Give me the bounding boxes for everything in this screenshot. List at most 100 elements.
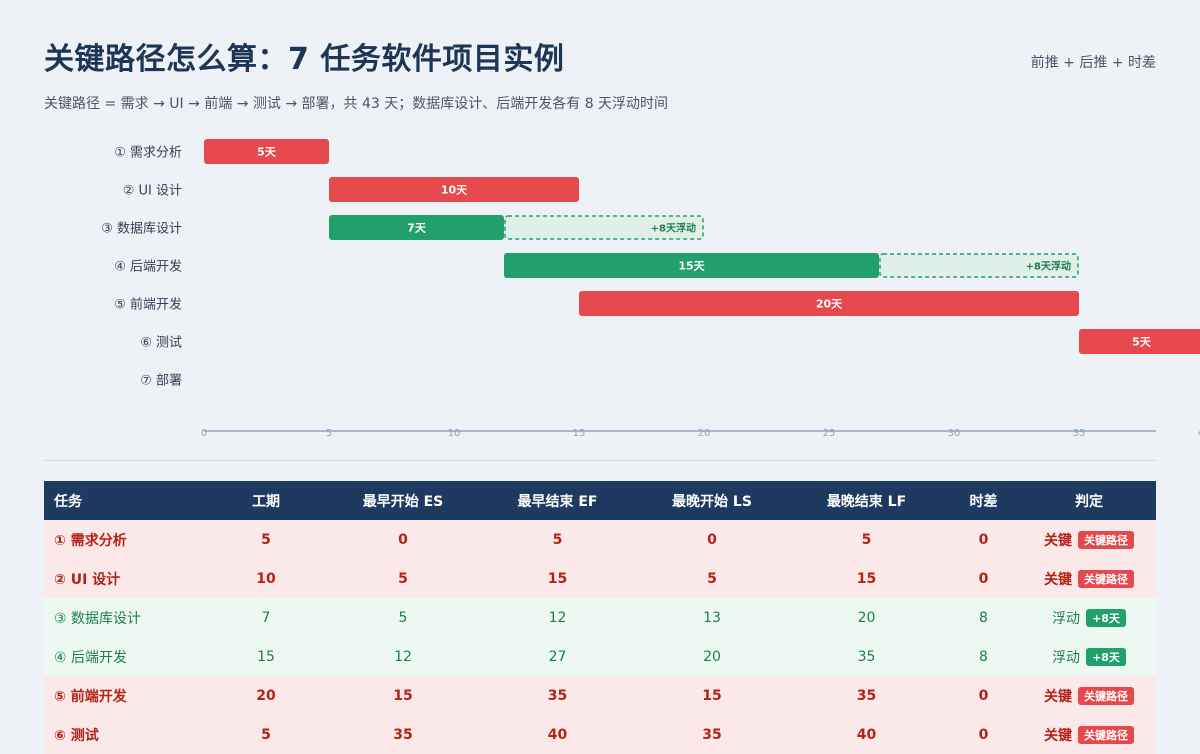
cell-float: 0 (978, 570, 989, 587)
cell-float: 0 (978, 726, 989, 743)
x-tick-label: 10 (448, 428, 461, 439)
float-label: +8天浮动 (1026, 260, 1071, 273)
x-tick-label: 30 (948, 428, 961, 439)
cell-es: 0 (398, 531, 408, 548)
cell-es: 12 (394, 648, 412, 665)
cell-lf: 35 (856, 687, 877, 704)
cell-float: 0 (978, 531, 989, 548)
table-row: ③ 数据库设计 7 5 12 13 20 8 浮动 +8天 (44, 598, 1156, 637)
cell-duration: 5 (261, 726, 271, 743)
col-header-float: 时差 (945, 481, 1022, 520)
cell-lf: 15 (856, 570, 877, 587)
cell-task: ④ 后端开发 (54, 649, 128, 666)
cell-es: 5 (398, 570, 408, 587)
col-header-es: 最早开始 ES (327, 481, 479, 520)
critical-path-badge: 关键路径 (1078, 725, 1134, 744)
task-label: ② UI 设计 (123, 184, 182, 199)
gantt-chart: ① 需求分析 5天 ② UI 设计 10天 ③ 数据库设计 +8天浮动 7天 ④ 后端开发 +8… (101, 139, 1200, 439)
cell-ef: 5 (552, 531, 563, 548)
cell-ef: 12 (548, 609, 567, 626)
task-label: ③ 数据库设计 (101, 221, 182, 237)
page-title: 关键路径怎么算：7 任务软件项目实例 (44, 42, 565, 77)
float-label: +8天浮动 (651, 222, 696, 235)
cell-duration: 15 (257, 648, 275, 665)
cell-float: 8 (979, 609, 988, 626)
task-label: ⑤ 前端开发 (114, 297, 182, 313)
cell-ls: 20 (703, 648, 721, 665)
bar-label: 5天 (257, 146, 277, 159)
cell-verdict: 关键 关键路径 (1022, 676, 1156, 715)
col-header-verdict: 判定 (1022, 481, 1156, 520)
cell-lf: 5 (861, 531, 872, 548)
col-header-task: 任务 (44, 481, 205, 520)
task-label: ⑥ 测试 (140, 336, 182, 351)
cell-float: 0 (978, 687, 989, 704)
cell-duration: 7 (261, 609, 271, 626)
table-row: ② UI 设计 10 5 15 5 15 0 关键 关键路径 (44, 559, 1156, 598)
cell-ef: 27 (548, 648, 567, 665)
cell-es: 5 (398, 609, 408, 626)
cell-duration: 20 (256, 687, 276, 704)
cell-task: ① 需求分析 (54, 532, 127, 549)
cell-es: 35 (393, 726, 413, 743)
summary-text: 关键路径 = 需求 → UI → 前端 → 测试 → 部署，共 43 天；数据库… (44, 96, 669, 112)
verdict-text: 关键 (1044, 727, 1072, 744)
cell-lf: 35 (857, 648, 876, 665)
cell-ls: 35 (702, 726, 722, 743)
verdict-text: 浮动 (1052, 610, 1081, 627)
cell-task: ⑥ 测试 (54, 727, 99, 744)
task-label: ⑦ 部署 (140, 374, 182, 389)
cell-lf: 20 (857, 609, 876, 626)
x-tick-label: 35 (1073, 428, 1086, 439)
bar-label: 15天 (678, 260, 705, 273)
cell-es: 15 (393, 687, 413, 704)
x-tick-label: 0 (201, 428, 207, 439)
cell-float: 8 (979, 648, 988, 665)
cell-ls: 15 (702, 687, 722, 704)
cell-verdict: 关键 关键路径 (1022, 559, 1156, 598)
col-header-ls: 最晚开始 LS (636, 481, 788, 520)
col-header-duration: 工期 (205, 481, 327, 520)
table-header-row: 任务 工期 最早开始 ES 最早结束 EF 最晚开始 LS 最晚结束 LF 时差… (44, 481, 1156, 520)
col-header-lf: 最晚结束 LF (788, 481, 945, 520)
x-tick-label: 20 (698, 428, 711, 439)
cell-ls: 13 (703, 609, 721, 626)
cell-ef: 35 (547, 687, 568, 704)
table-row: ⑤ 前端开发 20 15 35 15 35 0 关键 关键路径 (44, 676, 1156, 715)
cell-ef: 40 (547, 726, 568, 743)
x-tick-label: 15 (573, 428, 586, 439)
verdict-text: 关键 (1044, 688, 1072, 705)
schedule-table: 任务 工期 最早开始 ES 最早结束 EF 最晚开始 LS 最晚结束 LF 时差… (44, 481, 1156, 754)
x-tick-label: 25 (823, 428, 836, 439)
bar-label: 7天 (407, 222, 427, 235)
cell-ls: 0 (707, 531, 717, 548)
cell-task: ③ 数据库设计 (54, 610, 142, 627)
cell-ef: 15 (547, 570, 568, 587)
cell-verdict: 浮动 +8天 (1022, 637, 1156, 676)
cell-duration: 10 (256, 570, 276, 587)
critical-path-badge: 关键路径 (1078, 686, 1134, 705)
float-badge: +8天 (1086, 608, 1126, 627)
verdict-text: 关键 (1044, 532, 1072, 549)
critical-path-badge: 关键路径 (1078, 569, 1134, 588)
cell-verdict: 浮动 +8天 (1022, 598, 1156, 637)
verdict-text: 浮动 (1052, 649, 1081, 666)
cell-ls: 5 (707, 570, 717, 587)
cell-verdict: 关键 关键路径 (1022, 520, 1156, 559)
table-row: ⑥ 测试 5 35 40 35 40 0 关键 关键路径 (44, 715, 1156, 754)
section-divider (44, 460, 1156, 461)
bar-label: 5天 (1132, 336, 1152, 349)
bar-label: 10天 (441, 184, 468, 197)
task-label: ① 需求分析 (114, 146, 182, 161)
cell-duration: 5 (261, 531, 271, 548)
critical-path-badge: 关键路径 (1078, 530, 1134, 549)
col-header-ef: 最早结束 EF (479, 481, 636, 520)
x-tick-label: 5 (326, 428, 332, 439)
bar-label: 20天 (816, 298, 843, 311)
table-row: ① 需求分析 5 0 5 0 5 0 关键 关键路径 (44, 520, 1156, 559)
cell-verdict: 关键 关键路径 (1022, 715, 1156, 754)
task-label: ④ 后端开发 (114, 259, 182, 275)
table-row: ④ 后端开发 15 12 27 20 35 8 浮动 +8天 (44, 637, 1156, 676)
cell-task: ② UI 设计 (54, 571, 121, 588)
method-caption: 前推 + 后推 + 时差 (1030, 55, 1156, 71)
